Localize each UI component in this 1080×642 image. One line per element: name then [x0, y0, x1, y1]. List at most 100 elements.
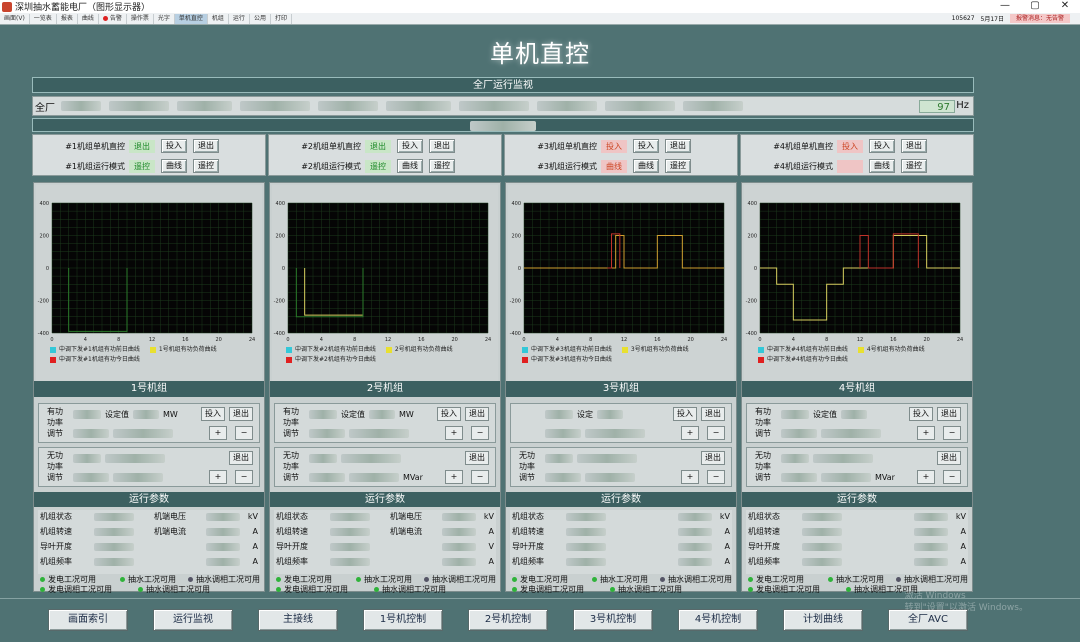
unit2-param-right-label: 机端电流 [390, 527, 422, 536]
nav-screen-index-button[interactable]: 画面索引 [48, 609, 128, 631]
unit1-chart-legend: 中调下发#1机组有功前日曲线 1号机组有功负荷曲线 中调下发#1机组有功今日曲线 [50, 345, 260, 365]
unit4-direct-label: #4机组单机直控 [773, 141, 833, 151]
unit3-p-out-button[interactable]: 退出 [701, 407, 725, 421]
unit4-p-in-button[interactable]: 投入 [909, 407, 933, 421]
nav-unit1-control-button[interactable]: 1号机控制 [363, 609, 443, 631]
unit4-q-unit: MVar [875, 472, 895, 482]
toolbar-item-direct-control[interactable]: 单机直控 [174, 13, 208, 24]
minimize-button[interactable]: — [990, 0, 1020, 13]
unit2-curve-button[interactable]: 曲线 [397, 159, 423, 173]
unit1-remote-button[interactable]: 遥控 [193, 159, 219, 173]
unit3-remote-button[interactable]: 遥控 [665, 159, 691, 173]
unit1-p-plus-button[interactable]: + [209, 426, 227, 440]
unit2-p-plus-button[interactable]: + [445, 426, 463, 440]
chart-x-tick-label: 12 [385, 337, 391, 343]
unit2-q-out-button[interactable]: 退出 [465, 451, 489, 465]
app-icon [2, 1, 12, 12]
unit2-q-plus-button[interactable]: + [445, 470, 463, 484]
unit3-curve-button[interactable]: 曲线 [633, 159, 659, 173]
unit4-direct-out-button[interactable]: 退出 [901, 139, 927, 153]
toolbar-item-alarm-label: 告警 [109, 14, 122, 22]
nav-unit2-control-button[interactable]: 2号机控制 [468, 609, 548, 631]
unit1-direct-out-button[interactable]: 退出 [193, 139, 219, 153]
unit2-q-value2 [309, 472, 345, 482]
toolbar-item-run[interactable]: 运行 [229, 13, 250, 24]
unit2-q-minus-button[interactable]: − [471, 470, 489, 484]
unit2-param-row: 机组转速 机端电流 A [274, 525, 496, 539]
unit2-p-out-button[interactable]: 退出 [465, 407, 489, 421]
nav-unit3-control-button[interactable]: 3号机控制 [573, 609, 653, 631]
unit3-p-minus-button[interactable]: − [707, 426, 725, 440]
unit3-chart-legend: 中调下发#3机组有功前日曲线 3号机组有功负荷曲线 中调下发#3机组有功今日曲线 [522, 345, 732, 365]
unit4-remote-button[interactable]: 遥控 [901, 159, 927, 173]
alarm-message-badge[interactable]: 报警消息：无告警 [1009, 14, 1070, 23]
unit3-direct-out-button[interactable]: 退出 [665, 139, 691, 153]
legend-swatch-icon [758, 347, 764, 353]
toolbar-item-common[interactable]: 公用 [250, 13, 271, 24]
unit1-q-plus-button[interactable]: + [209, 470, 227, 484]
toolbar-item-curve[interactable]: 曲线 [78, 13, 99, 24]
chart-y-tick-label: -400 [746, 331, 757, 337]
status-dot-icon [846, 587, 851, 592]
nav-plan-curve-button[interactable]: 计划曲线 [783, 609, 863, 631]
unit3-p-plus-button[interactable]: + [681, 426, 699, 440]
unit1-chart-svg: 4002000-200-4000 4 8 12 16 20 24 [38, 201, 256, 343]
unit1-p-minus-button[interactable]: − [235, 426, 253, 440]
close-button[interactable]: ✕ [1050, 0, 1080, 13]
unit1-q-out-button[interactable]: 退出 [229, 451, 253, 465]
unit4-reactive-power-label: 无功 功率 调节 [755, 451, 771, 482]
unit2-direct-in-button[interactable]: 投入 [397, 139, 423, 153]
unit1-direct-in-button[interactable]: 投入 [161, 139, 187, 153]
unit1-cond-item: 抽水调相工况可用 [138, 584, 210, 595]
toolbar-item-unit[interactable]: 机组 [208, 13, 229, 24]
unit4-p-out-button[interactable]: 退出 [937, 407, 961, 421]
unit4-direct-in-button[interactable]: 投入 [869, 139, 895, 153]
toolbar-item-alarm[interactable]: 告警 [99, 13, 127, 24]
unit2-p-in-button[interactable]: 投入 [437, 407, 461, 421]
toolbar-item-report[interactable]: 报表 [57, 13, 78, 24]
unit4-curve-button[interactable]: 曲线 [869, 159, 895, 173]
unit2-remote-button[interactable]: 遥控 [429, 159, 455, 173]
unit1-p-unit: MW [163, 409, 178, 419]
windows-activation-watermark: 激活 Windows 转到"设置"以激活 Windows。 [905, 590, 1028, 614]
unit2-reactive-power-label: 无功 功率 调节 [283, 451, 299, 482]
unit3-q-plus-button[interactable]: + [681, 470, 699, 484]
unit4-p-plus-button[interactable]: + [917, 426, 935, 440]
unit4-mode-label: #4机组运行模式 [773, 161, 833, 171]
maximize-button[interactable]: ▢ [1020, 0, 1050, 13]
nav-main-wiring-button[interactable]: 主接线 [258, 609, 338, 631]
unit3-direct-in-button[interactable]: 投入 [633, 139, 659, 153]
unit4-q-out-button[interactable]: 退出 [937, 451, 961, 465]
unit3-param-left-value [566, 558, 606, 566]
unit2-chart: 400 200 0 -200 -400 0 4 8 12 16 20 24 中调下发#2机组有功前日曲… [272, 185, 498, 381]
unit3-q-value2 [545, 472, 581, 482]
unit1-conditions-row2: 发电调相工况可用 抽水调相工况可用 [38, 584, 262, 595]
unit1-q-minus-button[interactable]: − [235, 470, 253, 484]
toolbar-item-ticket[interactable]: 操作票 [127, 13, 154, 24]
unit2-p-minus-button[interactable]: − [471, 426, 489, 440]
unit3-param-row: 导叶开度 A [510, 540, 732, 554]
unit1-p-in-button[interactable]: 投入 [201, 407, 225, 421]
unit1-p-set-label: 设定值 [105, 409, 129, 419]
unit3-p-in-button[interactable]: 投入 [673, 407, 697, 421]
unit4-p-value3 [821, 428, 881, 438]
unit2-direct-out-button[interactable]: 退出 [429, 139, 455, 153]
unit1-p-out-button[interactable]: 退出 [229, 407, 253, 421]
unit4-q-plus-button[interactable]: + [917, 470, 935, 484]
unit2-param-row: 机组频率 A [274, 555, 496, 569]
unit4-p-set-label: 设定值 [813, 409, 837, 419]
unit3-q-set-value [577, 453, 637, 463]
unit4-param-left-value [802, 513, 842, 521]
chart-x-tick-label: 0 [522, 337, 525, 343]
unit1-curve-button[interactable]: 曲线 [161, 159, 187, 173]
toolbar-item-overview[interactable]: 一览表 [30, 13, 57, 24]
unit3-q-out-button[interactable]: 退出 [701, 451, 725, 465]
nav-unit4-control-button[interactable]: 4号机控制 [678, 609, 758, 631]
nav-run-monitor-button[interactable]: 运行监视 [153, 609, 233, 631]
toolbar-item-light[interactable]: 光字 [154, 13, 175, 24]
toolbar-item-menu[interactable]: 画面(V) [0, 13, 30, 24]
unit4-p-minus-button[interactable]: − [943, 426, 961, 440]
unit4-q-minus-button[interactable]: − [943, 470, 961, 484]
toolbar-item-print[interactable]: 打印 [271, 13, 292, 24]
unit3-q-minus-button[interactable]: − [707, 470, 725, 484]
